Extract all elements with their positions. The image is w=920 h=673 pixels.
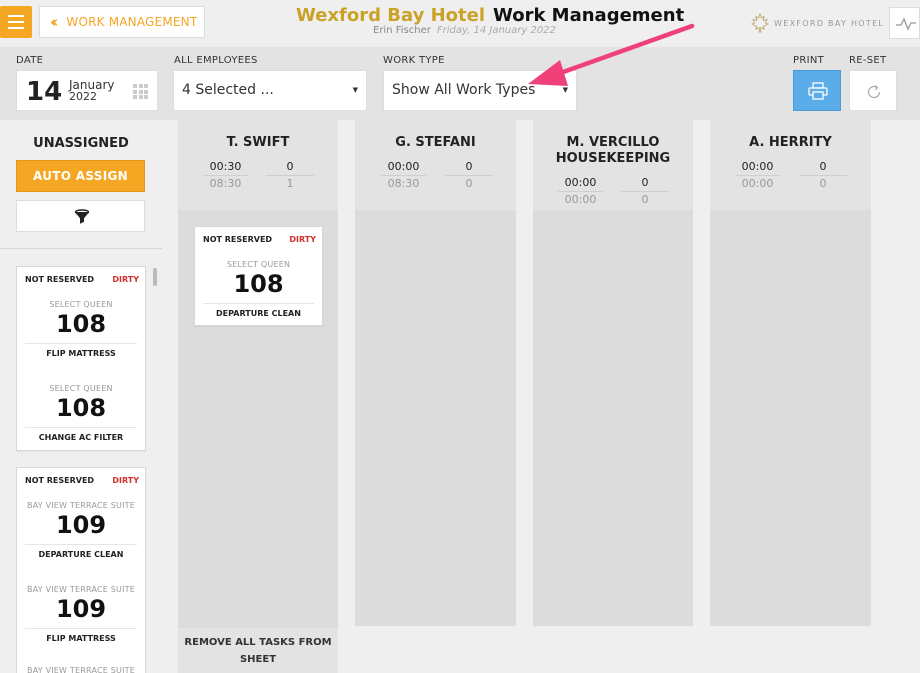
dirty-badge: DIRTY <box>112 275 139 284</box>
employee-name: T. SWIFT <box>226 135 290 150</box>
brand-text: WEXFORD BAY HOTEL <box>774 18 885 28</box>
employee-name: A. HERRITY <box>749 135 832 150</box>
drop-zone[interactable] <box>710 210 871 626</box>
task-item[interactable]: SELECT QUEEN 108 DEPARTURE CLEAN <box>195 260 322 318</box>
back-to-work-management-button[interactable]: ‹‹ WORK MANAGEMENT <box>39 6 205 38</box>
sidebar-scrollbar[interactable] <box>153 268 157 286</box>
tasks-total: 0 <box>641 193 649 206</box>
card-header: NOT RESERVED DIRTY <box>25 476 139 485</box>
reservation-status: NOT RESERVED <box>25 275 95 284</box>
double-chevron-left-icon: ‹‹ <box>50 13 59 31</box>
employee-name: M. VERCILLO HOUSEKEEPING <box>555 135 671 166</box>
room-number: 108 <box>55 310 107 338</box>
drop-zone[interactable] <box>355 210 516 626</box>
caret-down-icon: ▼ <box>352 86 358 94</box>
room-number: 108 <box>55 394 107 422</box>
auto-assign-button[interactable]: AUTO ASSIGN <box>16 160 145 192</box>
task-name: FLIP MATTRESS <box>25 628 137 643</box>
pink-arrow-icon <box>528 23 695 86</box>
date-day: 14 <box>26 77 63 107</box>
task-card[interactable]: NOT RESERVED DIRTY SELECT QUEEN 108 FLIP… <box>16 266 146 451</box>
task-name: DEPARTURE CLEAN <box>25 544 137 559</box>
print-label: PRINT <box>793 55 825 66</box>
task-card[interactable]: NOT RESERVED DIRTY BAY VIEW TERRACE SUIT… <box>16 467 146 673</box>
back-button-label: WORK MANAGEMENT <box>66 15 198 29</box>
time-total: 00:00 <box>741 177 774 190</box>
reset-arrow-icon <box>867 85 881 99</box>
sidebar-divider <box>0 248 162 249</box>
room-type: SELECT QUEEN <box>226 260 291 269</box>
time-assigned: 00:30 <box>203 160 248 176</box>
time-assigned: 00:00 <box>381 160 426 176</box>
time-total: 08:30 <box>209 177 242 190</box>
employees-select-value: 4 Selected ... <box>182 82 274 98</box>
print-button[interactable] <box>793 70 841 111</box>
activity-button[interactable] <box>889 7 920 39</box>
task-item[interactable]: BAY VIEW TERRACE SUITE 109 DEPARTURE CLE… <box>17 501 145 559</box>
maple-leaf-icon <box>750 13 770 33</box>
date-label: DATE <box>16 55 44 66</box>
app-header: ‹‹ WORK MANAGEMENT Wexford Bay Hotel Work… <box>0 0 920 47</box>
card-header: NOT RESERVED DIRTY <box>25 275 139 284</box>
time-total: 08:30 <box>387 177 420 190</box>
funnel-icon <box>74 209 90 224</box>
reservation-status: NOT RESERVED <box>25 476 95 485</box>
room-number: 108 <box>233 270 284 298</box>
task-name: FLIP MATTRESS <box>25 343 137 358</box>
drop-zone[interactable] <box>533 210 693 626</box>
reset-button[interactable] <box>849 70 897 111</box>
time-total: 00:00 <box>564 193 597 206</box>
reservation-status: NOT RESERVED <box>203 235 273 244</box>
room-type: BAY VIEW TERRACE SUITE <box>27 666 135 673</box>
employee-name: G. STEFANI <box>395 135 476 150</box>
printer-icon <box>808 82 828 100</box>
tasks-assigned: 0 <box>266 160 314 176</box>
dirty-badge: DIRTY <box>112 476 139 485</box>
reset-label: RE-SET <box>849 55 887 66</box>
task-name: CHANGE AC FILTER <box>25 427 137 442</box>
task-item[interactable]: SELECT QUEEN 108 FLIP MATTRESS <box>17 300 145 358</box>
calendar-grid-icon[interactable] <box>133 84 148 99</box>
task-name: DEPARTURE CLEAN <box>203 303 314 318</box>
hamburger-icon <box>8 15 24 17</box>
tasks-assigned: 0 <box>445 160 493 176</box>
employee-column-stefani: G. STEFANI 00:00 0 08:30 0 <box>355 120 516 626</box>
employees-label: ALL EMPLOYEES <box>174 55 258 66</box>
task-item[interactable]: BAY VIEW TERRACE SUITE 109 FLIP MATTRESS <box>17 585 145 643</box>
tasks-assigned: 0 <box>621 176 669 192</box>
task-item[interactable]: SELECT QUEEN 108 CHANGE AC FILTER <box>17 384 145 442</box>
pulse-line-icon <box>896 17 916 31</box>
remove-all-tasks-button[interactable]: REMOVE ALL TASKS FROM SHEET <box>178 628 338 673</box>
date-picker[interactable]: 14 January 2022 <box>16 70 158 111</box>
room-number: 109 <box>55 511 107 539</box>
room-type: BAY VIEW TERRACE SUITE <box>27 585 135 594</box>
user-name: Erin Fischer <box>373 25 431 36</box>
dirty-badge: DIRTY <box>289 235 316 244</box>
brand-logo: WEXFORD BAY HOTEL <box>750 13 884 33</box>
tasks-assigned: 0 <box>799 160 847 176</box>
room-type: BAY VIEW TERRACE SUITE <box>27 501 135 510</box>
employees-select[interactable]: 4 Selected ... ▼ <box>173 70 367 111</box>
employee-column-herrity: A. HERRITY 00:00 0 00:00 0 <box>710 120 871 626</box>
time-assigned: 00:00 <box>558 176 603 192</box>
room-number: 109 <box>55 595 107 623</box>
room-type: SELECT QUEEN <box>49 300 113 309</box>
filter-button[interactable] <box>16 200 145 232</box>
date-year: 2022 <box>69 90 97 103</box>
work-type-label: WORK TYPE <box>383 55 445 66</box>
task-card[interactable]: NOT RESERVED DIRTY SELECT QUEEN 108 DEPA… <box>194 226 323 326</box>
task-item[interactable]: BAY VIEW TERRACE SUITE <box>17 666 145 673</box>
room-type: SELECT QUEEN <box>49 384 113 393</box>
employee-column-vercillo: M. VERCILLO HOUSEKEEPING 00:00 0 00:00 0 <box>533 120 693 626</box>
tasks-total: 0 <box>465 177 473 190</box>
menu-button[interactable] <box>0 6 32 38</box>
time-assigned: 00:00 <box>735 160 780 176</box>
hotel-name: Wexford Bay Hotel <box>296 5 485 26</box>
unassigned-title: UNASSIGNED <box>33 136 129 151</box>
tasks-total: 1 <box>286 177 294 190</box>
card-header: NOT RESERVED DIRTY <box>203 235 316 244</box>
employee-column-swift: T. SWIFT 00:30 0 08:30 1 <box>178 120 338 628</box>
tasks-total: 0 <box>819 177 827 190</box>
